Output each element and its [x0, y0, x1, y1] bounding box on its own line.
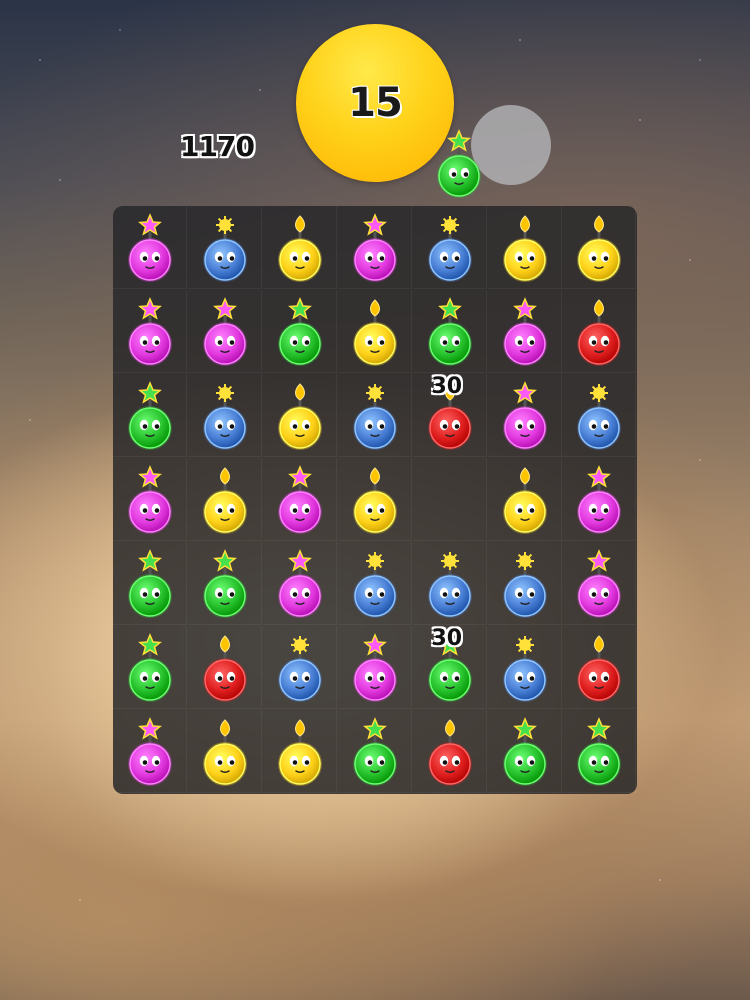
blue-bomb-icon[interactable]	[342, 380, 408, 452]
pink-bomb-icon[interactable]	[566, 464, 632, 536]
yellow-bomb-icon[interactable]	[192, 464, 258, 536]
pink-bomb-icon[interactable]	[117, 296, 183, 368]
yellow-bomb-icon[interactable]	[566, 212, 632, 284]
green-bomb-icon[interactable]	[267, 296, 333, 368]
blue-bomb-icon[interactable]	[417, 212, 483, 284]
red-bomb-icon[interactable]	[566, 296, 632, 368]
pink-bomb-icon[interactable]	[117, 716, 183, 788]
blue-bomb-icon[interactable]	[267, 632, 333, 704]
yellow-bomb-icon[interactable]	[492, 464, 558, 536]
score-display: 1170	[180, 130, 255, 163]
yellow-bomb-icon[interactable]	[342, 464, 408, 536]
yellow-bomb-icon[interactable]	[192, 716, 258, 788]
points-popup: 30	[431, 626, 463, 651]
board-cell[interactable]	[412, 458, 487, 541]
pink-bomb-icon[interactable]	[342, 212, 408, 284]
blue-bomb-icon[interactable]	[417, 548, 483, 620]
red-bomb-icon[interactable]	[417, 716, 483, 788]
yellow-bomb-icon[interactable]	[267, 380, 333, 452]
game-board	[113, 206, 637, 794]
pink-bomb-icon[interactable]	[192, 296, 258, 368]
points-popup: 30	[431, 374, 463, 399]
pink-bomb-icon[interactable]	[117, 464, 183, 536]
yellow-bomb-icon[interactable]	[267, 212, 333, 284]
pink-bomb-icon[interactable]	[267, 548, 333, 620]
green-bomb-icon[interactable]	[192, 548, 258, 620]
yellow-bomb-icon[interactable]	[267, 716, 333, 788]
yellow-bomb-icon[interactable]	[342, 296, 408, 368]
pink-bomb-icon[interactable]	[117, 212, 183, 284]
blue-bomb-icon[interactable]	[192, 212, 258, 284]
blue-bomb-icon[interactable]	[492, 548, 558, 620]
blue-bomb-icon[interactable]	[192, 380, 258, 452]
red-bomb-icon[interactable]	[192, 632, 258, 704]
blue-bomb-icon[interactable]	[342, 548, 408, 620]
blue-bomb-icon[interactable]	[492, 632, 558, 704]
pink-bomb-icon[interactable]	[342, 632, 408, 704]
red-bomb-icon[interactable]	[566, 632, 632, 704]
pink-bomb-icon[interactable]	[566, 548, 632, 620]
pink-bomb-icon[interactable]	[267, 464, 333, 536]
green-bomb-icon[interactable]	[492, 716, 558, 788]
pink-bomb-icon[interactable]	[492, 380, 558, 452]
timer-text: 15	[348, 80, 403, 126]
falling-bomb	[426, 128, 492, 200]
green-bomb-icon[interactable]	[117, 632, 183, 704]
green-bomb-icon[interactable]	[342, 716, 408, 788]
pink-bomb-icon[interactable]	[492, 296, 558, 368]
green-bomb-icon[interactable]	[117, 548, 183, 620]
blue-bomb-icon[interactable]	[566, 380, 632, 452]
yellow-bomb-icon[interactable]	[492, 212, 558, 284]
green-bomb-icon[interactable]	[417, 296, 483, 368]
green-bomb-icon[interactable]	[117, 380, 183, 452]
green-bomb-icon[interactable]	[566, 716, 632, 788]
